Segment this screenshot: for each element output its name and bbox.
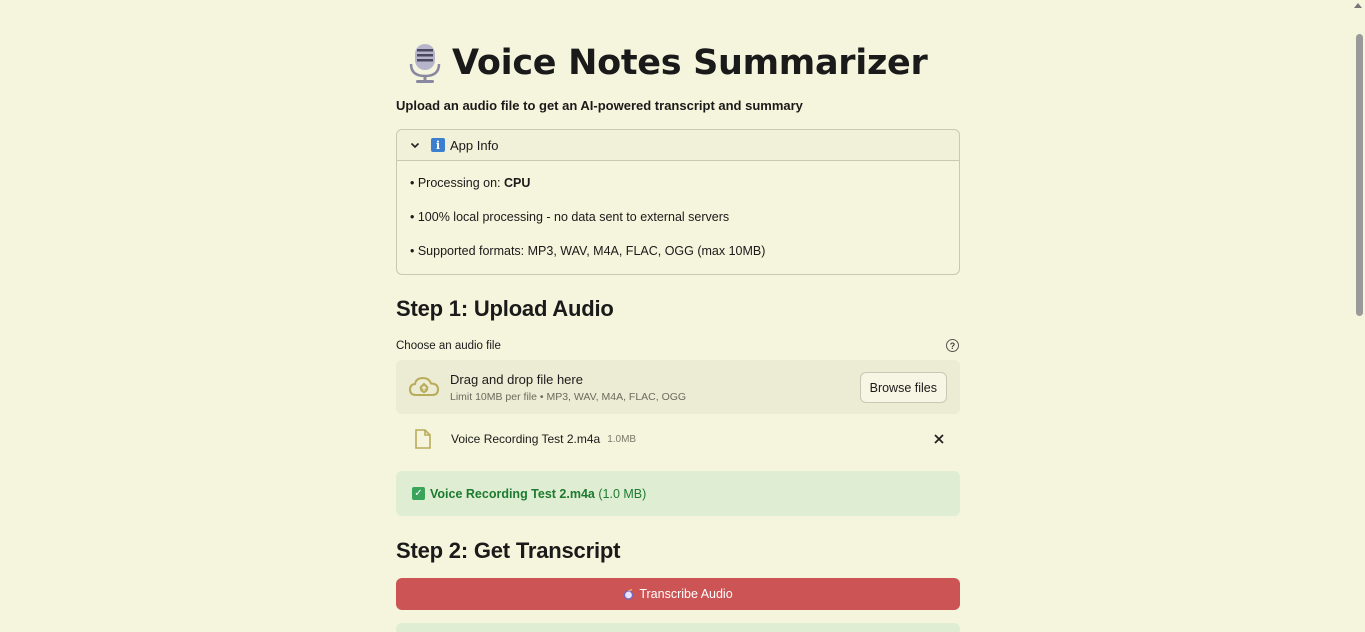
processing-info: • Processing on: CPU — [410, 176, 946, 190]
info-icon: i — [431, 138, 445, 152]
uploaded-file-name: Voice Recording Test 2.m4a — [451, 432, 601, 446]
processing-label: • Processing on: — [410, 176, 505, 190]
uploaded-file-size: 1.0MB — [607, 433, 637, 445]
app-info-label: App Info — [450, 137, 499, 153]
scroll-up-icon[interactable] — [1354, 3, 1362, 8]
file-uploader-label: Choose an audio file — [396, 339, 501, 352]
success-file-size: (1.0 MB) — [598, 486, 647, 501]
step2-heading: Step 2: Get Transcript — [396, 538, 621, 563]
step1-heading: Step 1: Upload Audio — [396, 296, 614, 321]
next-alert-partial — [396, 623, 960, 632]
check-icon: ✓ — [412, 487, 425, 500]
browse-files-button[interactable]: Browse files — [859, 372, 947, 403]
chevron-down-icon — [410, 142, 420, 149]
scroll-thumb[interactable] — [1356, 34, 1363, 316]
app-info-body: • Processing on: CPU • 100% local proces… — [397, 161, 959, 293]
uploaded-file-row: Voice Recording Test 2.m4a 1.0MB — [396, 424, 960, 454]
dropzone-limit: Limit 10MB per file • MP3, WAV, M4A, FLA… — [450, 390, 687, 403]
app-info-expander: i App Info • Processing on: CPU • 100% l… — [396, 129, 960, 275]
supported-formats-info: • Supported formats: MP3, WAV, M4A, FLAC… — [410, 244, 766, 258]
dropzone-title: Drag and drop file here — [450, 371, 583, 387]
transcribe-button-label: Transcribe Audio — [639, 587, 733, 601]
processing-value: CPU — [504, 176, 531, 190]
dropzone-text: Drag and drop file here Limit 10MB per f… — [450, 372, 686, 403]
file-dropzone[interactable]: Drag and drop file here Limit 10MB per f… — [396, 360, 960, 414]
transcribe-audio-button[interactable]: Transcribe Audio — [396, 578, 960, 610]
upload-success-alert: ✓ Voice Recording Test 2.m4a (1.0 MB) — [396, 471, 960, 516]
transcribe-icon — [624, 588, 634, 600]
microphone-icon — [409, 44, 441, 83]
page-subtitle: Upload an audio file to get an AI-powere… — [396, 98, 803, 113]
close-icon[interactable] — [932, 432, 946, 446]
file-uploader-label-row: Choose an audio file ? — [396, 339, 960, 352]
title-row: Voice Notes Summarizer — [396, 40, 928, 86]
success-file-name: Voice Recording Test 2.m4a — [430, 486, 595, 501]
page-title: Voice Notes Summarizer — [452, 43, 928, 83]
file-icon — [415, 429, 431, 449]
help-icon[interactable]: ? — [946, 339, 959, 352]
local-processing-info: • 100% local processing - no data sent t… — [410, 210, 730, 224]
cloud-upload-icon — [408, 376, 440, 396]
app-info-toggle[interactable]: i App Info — [397, 130, 959, 161]
page-scrollbar[interactable] — [1353, 0, 1365, 632]
